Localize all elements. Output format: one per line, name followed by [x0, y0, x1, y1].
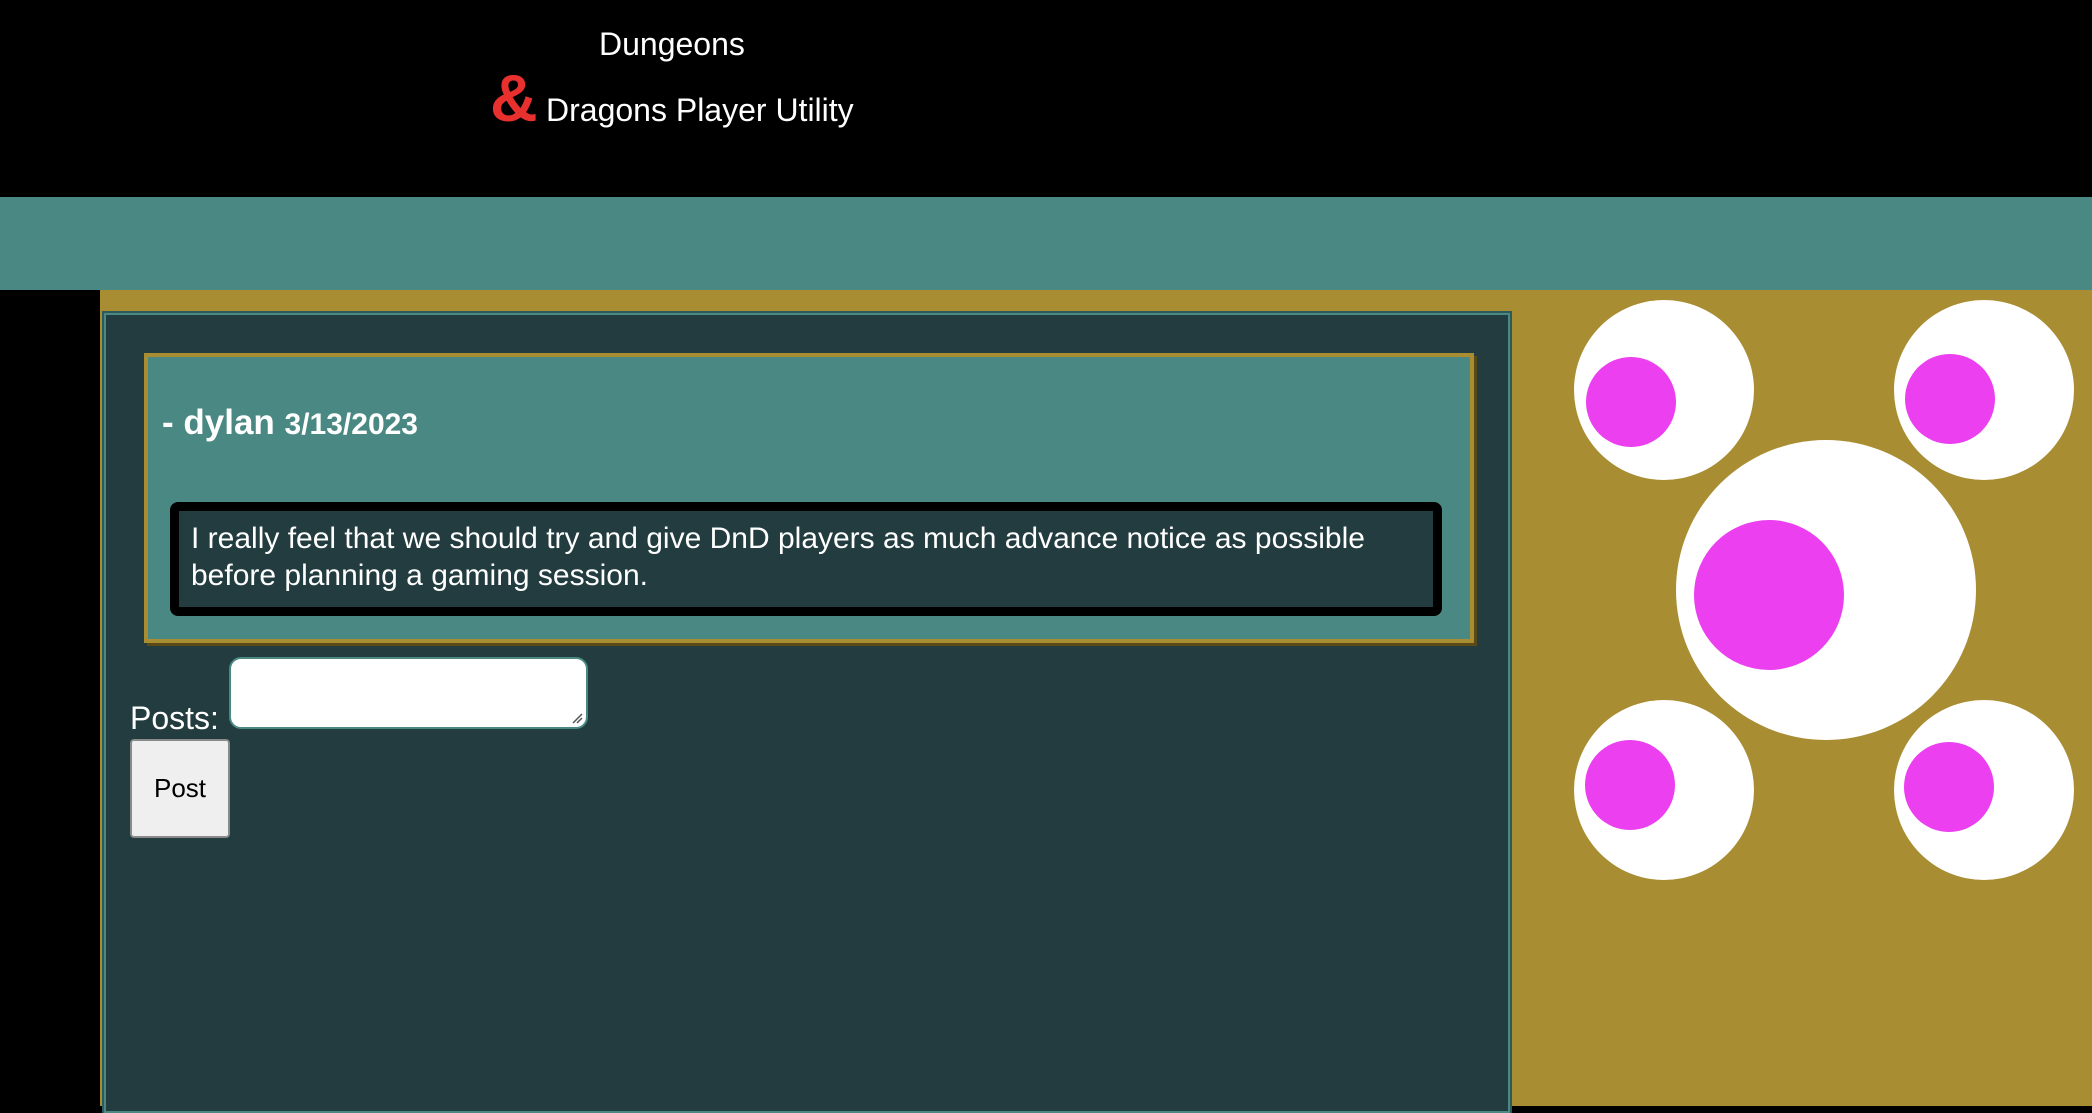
site-title-line2: Dragons Player Utility [546, 92, 854, 128]
post-author: - dylan [162, 403, 275, 442]
post-button[interactable]: Post [130, 739, 230, 838]
posts-label: Posts: [130, 700, 219, 736]
left-sidebar-strip [0, 290, 100, 1106]
dice-dots-logo-icon [1574, 300, 2074, 880]
site-title-line1: Dungeons [599, 26, 745, 62]
post-body: I really feel that we should try and giv… [170, 502, 1442, 616]
nav-bar [0, 197, 2092, 290]
ampersand-logo: & [490, 61, 538, 135]
post-header: - dylan 3/13/2023 [162, 403, 418, 445]
post-date: 3/13/2023 [284, 408, 418, 441]
post-textarea[interactable] [229, 657, 588, 729]
post-card: - dylan 3/13/2023 I really feel that we … [144, 353, 1474, 643]
resize-grip-icon[interactable] [571, 712, 583, 724]
site-header: Dungeons & Dragons Player Utility [0, 0, 2092, 197]
